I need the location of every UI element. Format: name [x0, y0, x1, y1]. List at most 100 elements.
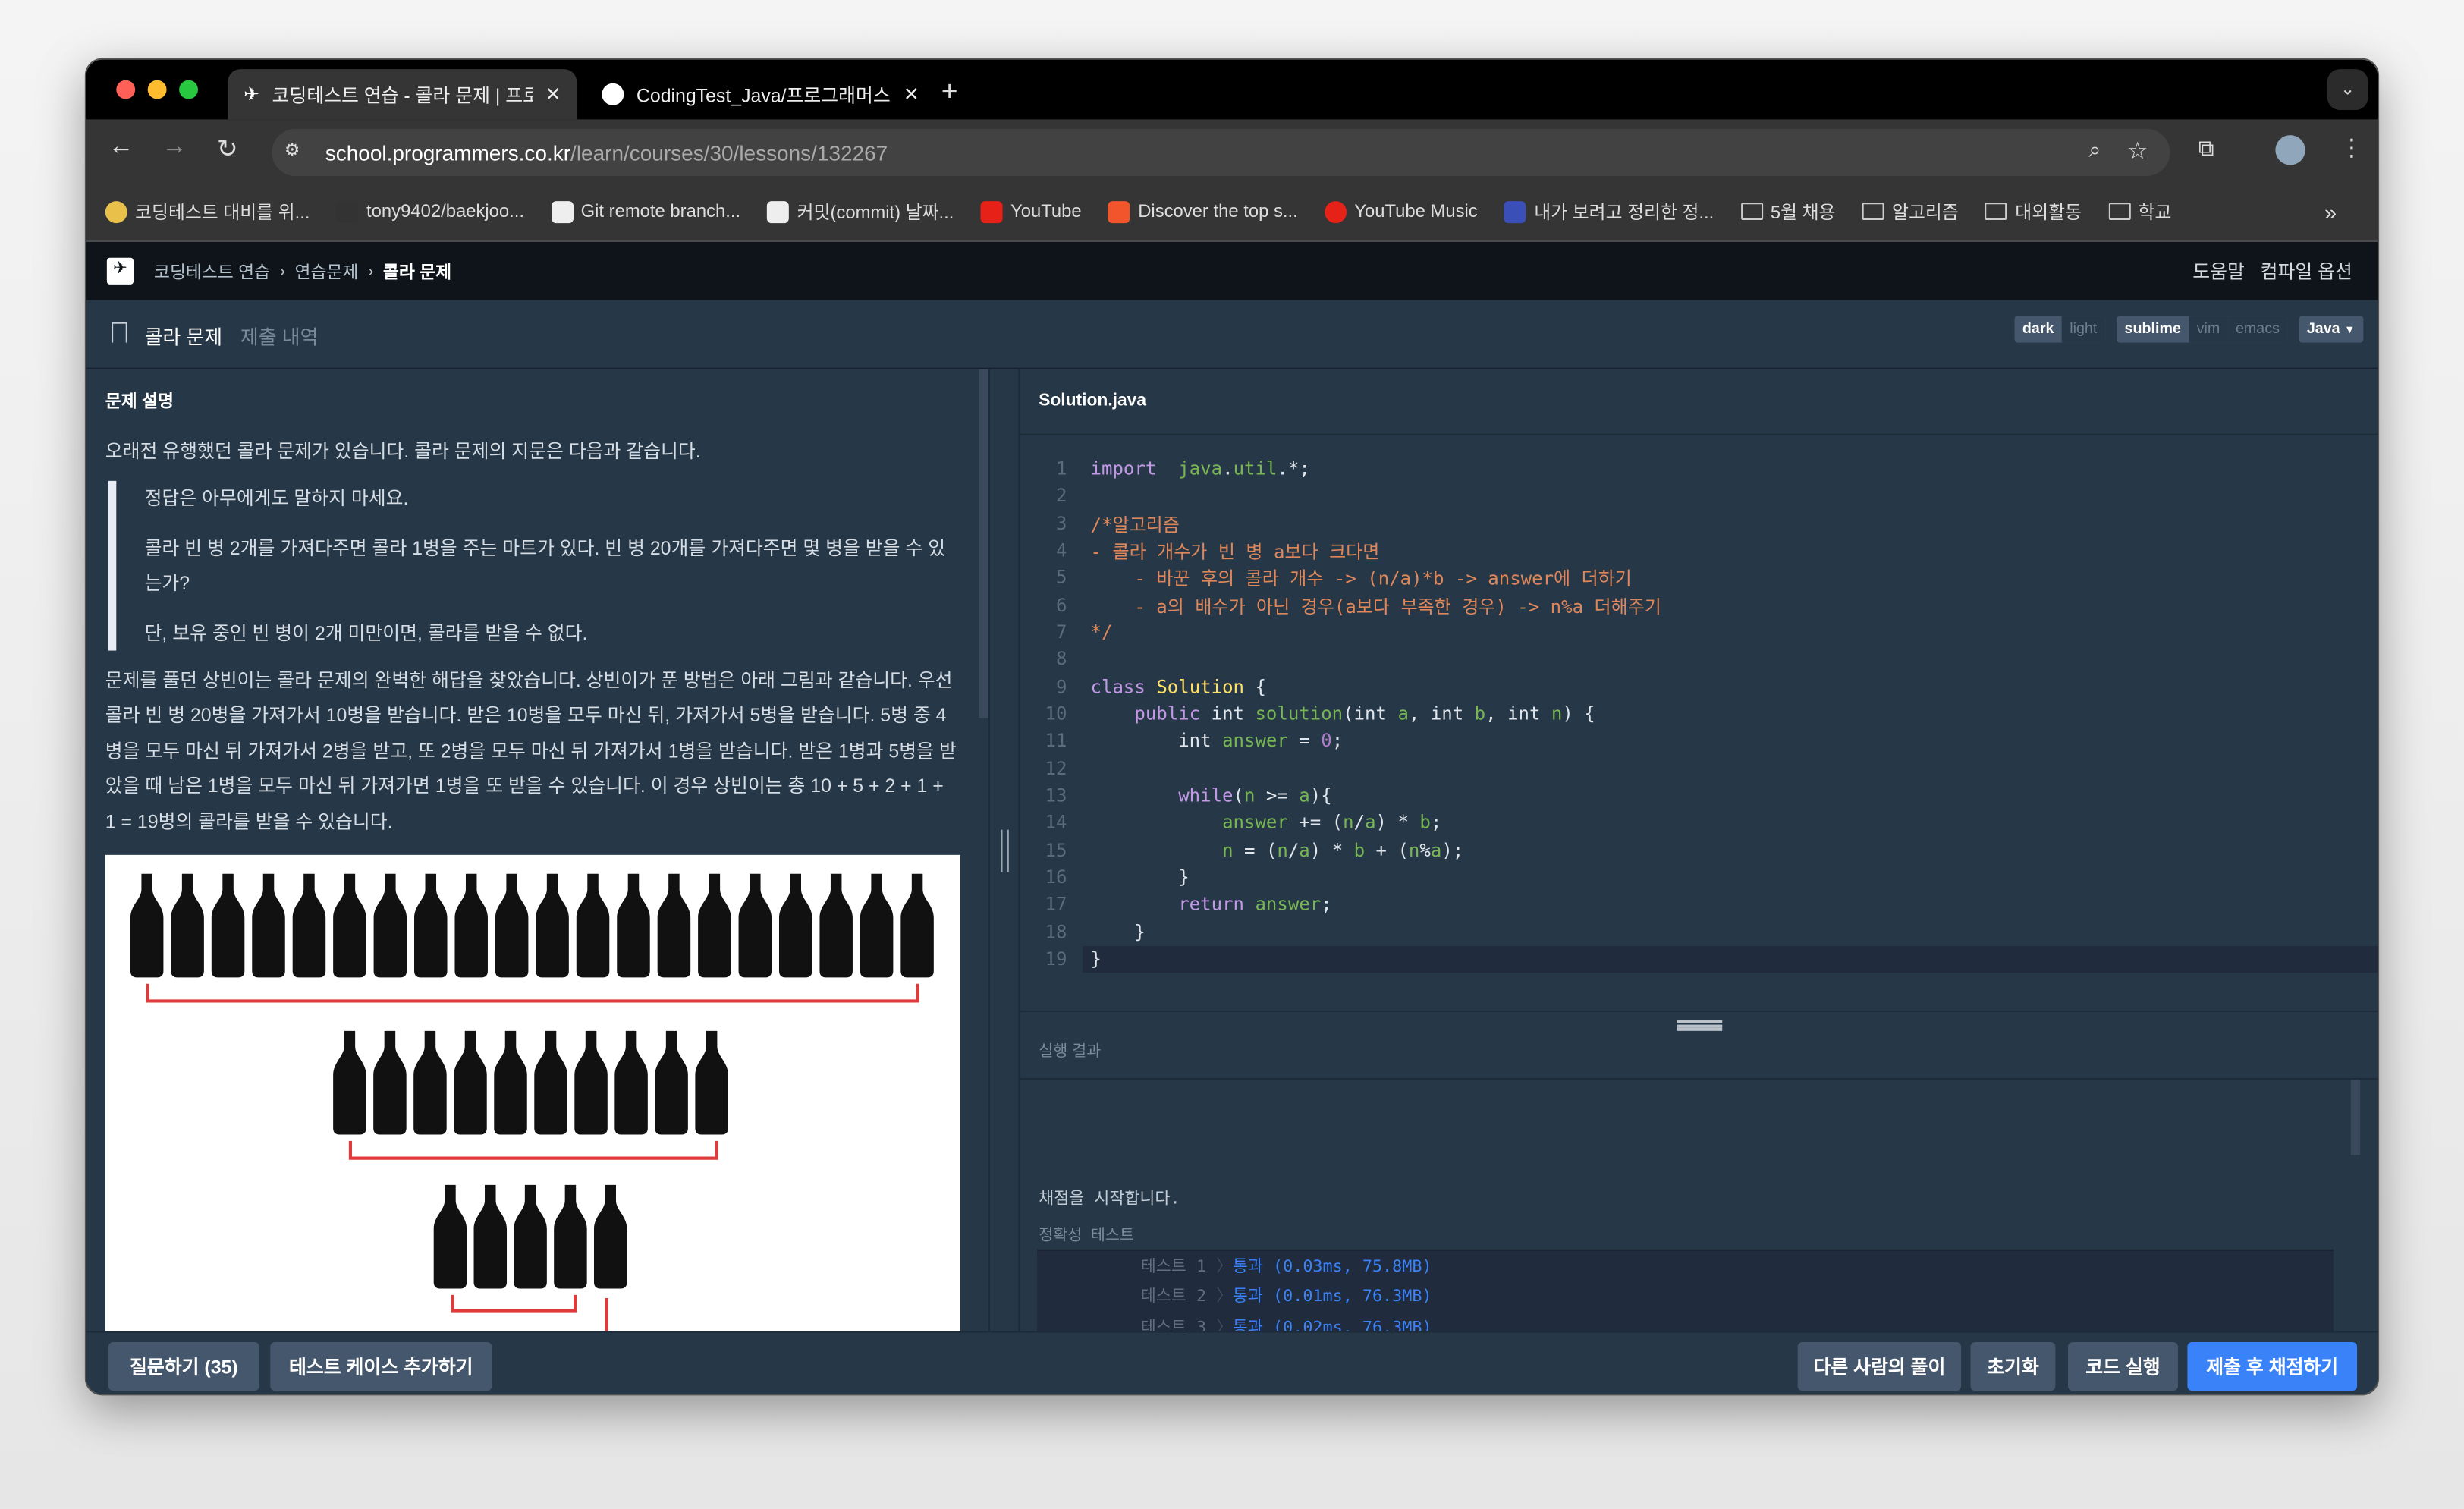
new-tab-button[interactable]: + — [941, 75, 958, 108]
run-code-button[interactable]: 코드 실행 — [2067, 1341, 2178, 1391]
code-line: } — [1090, 920, 1146, 943]
compile-options-link[interactable]: 컴파일 옵션 — [2261, 258, 2352, 285]
bookmark-item[interactable]: 대외활동 — [1985, 199, 2082, 224]
reload-icon[interactable]: ↻ — [217, 134, 238, 165]
splitter-handle-icon[interactable] — [1001, 829, 1009, 872]
bottle — [593, 1184, 627, 1289]
book-icon — [1504, 200, 1526, 223]
theme-light-option[interactable]: light — [2061, 316, 2105, 343]
submit-button[interactable]: 제출 후 채점하기 — [2187, 1341, 2358, 1391]
tab-search-chevron-icon[interactable]: ⌄ — [2327, 69, 2368, 110]
code-editor[interactable]: 1 import java.util.*; 2 3 /*알고리즘 4 - 콜라 개수가 빈 … — [1020, 435, 2378, 1011]
problem-scrollbar[interactable] — [979, 369, 988, 718]
back-icon[interactable]: ← — [108, 134, 134, 162]
bottle — [333, 1030, 366, 1135]
bottle — [900, 873, 934, 978]
other-solutions-button[interactable]: 다른 사람의 풀이 — [1797, 1341, 1962, 1391]
bookmark-item[interactable]: 코딩테스트 대비를 위... — [105, 199, 310, 224]
close-window-button[interactable] — [116, 80, 136, 99]
browser-window: ✈ 코딩테스트 연습 - 콜라 문제 | 프로 ✕ CodingTest_Jav… — [84, 58, 2380, 1396]
extensions-icon[interactable]: ⧉ — [2198, 135, 2214, 162]
bottle — [698, 873, 731, 978]
code-line: - a의 배수가 아닌 경우(a보다 부족한 경우) -> n%a 더해주기 — [1090, 595, 1661, 618]
test-result-row: 테스트 2 〉통과 (0.01ms, 76.3MB) — [1140, 1287, 1432, 1306]
programmers-logo-icon[interactable]: ✈ — [106, 257, 134, 285]
bookmark-item[interactable]: Git remote branch... — [551, 200, 740, 223]
menu-kebab-icon[interactable]: ⋮ — [2340, 134, 2363, 162]
bookmark-star-icon[interactable]: ☆ — [2127, 137, 2148, 165]
code-line: } — [1090, 866, 1190, 888]
add-testcase-button[interactable]: 테스트 케이스 추가하기 — [270, 1341, 492, 1391]
line-number: 4 — [1056, 539, 1067, 561]
code-line: return answer; — [1178, 893, 1332, 916]
zoom-icon[interactable]: ⌕ — [2088, 137, 2101, 163]
line-number: 11 — [1045, 729, 1067, 752]
footer-bar: 질문하기 (35) 테스트 케이스 추가하기 다른 사람의 풀이 초기화 코드 … — [86, 1331, 2378, 1394]
bookmark-item[interactable]: Discover the top s... — [1108, 200, 1298, 223]
more-bookmarks-icon[interactable]: » — [2324, 199, 2337, 224]
code-line: import java.util.*; — [1090, 457, 1310, 479]
language-select[interactable]: Java ▼ — [2299, 316, 2363, 343]
browser-tab[interactable]: CodingTest_Java/프로그래머스/ ✕ — [586, 69, 935, 119]
bottle — [534, 1030, 567, 1135]
keymap-emacs-option[interactable]: emacs — [2227, 316, 2288, 343]
line-number: 12 — [1045, 756, 1067, 779]
cola-bottles-illustration — [105, 854, 960, 1331]
bottle — [617, 873, 650, 978]
youtube-music-icon — [1324, 200, 1347, 223]
folder-icon — [1740, 203, 1763, 220]
profile-avatar[interactable] — [2275, 135, 2305, 165]
forward-icon[interactable]: → — [162, 134, 187, 162]
line-number: 13 — [1045, 784, 1067, 806]
bottle — [413, 1030, 447, 1135]
bottle — [171, 873, 204, 978]
panel-splitter[interactable] — [988, 369, 1020, 1331]
chevron-right-icon: 〉 — [1206, 1257, 1233, 1276]
site-settings-icon[interactable]: ⚙ — [284, 140, 300, 160]
bookmark-item[interactable]: 커밋(commit) 날짜... — [767, 199, 954, 224]
help-link[interactable]: 도움말 — [2192, 258, 2245, 285]
code-line: class Solution { — [1090, 674, 1266, 697]
close-tab-icon[interactable]: ✕ — [904, 83, 919, 105]
problem-panel: 문제 설명 오래전 유행했던 콜라 문제가 있습니다. 콜라 문제의 지문은 다… — [86, 369, 988, 1331]
theme-dark-option[interactable]: dark — [2015, 316, 2062, 342]
tab-submissions[interactable]: 제출 내역 — [240, 321, 319, 351]
bottle — [495, 873, 529, 978]
bookmark-item[interactable]: YouTube — [980, 200, 1082, 223]
programmers-favicon-icon: ✈ — [244, 83, 259, 105]
bookmark-item[interactable]: 5월 채용 — [1740, 199, 1835, 224]
address-bar[interactable]: ⚙ school.programmers.co.kr/learn/courses… — [272, 128, 2170, 176]
image-icon — [767, 200, 790, 223]
bookmark-item[interactable]: 알고리즘 — [1862, 199, 1959, 224]
bottle — [738, 873, 772, 978]
keymap-sublime-option[interactable]: sublime — [2117, 316, 2189, 342]
bookmark-item[interactable]: 학교 — [2108, 199, 2171, 224]
bottle — [576, 873, 610, 978]
breadcrumb-item[interactable]: 연습문제 — [295, 259, 359, 284]
browser-tab-active[interactable]: ✈ 코딩테스트 연습 - 콜라 문제 | 프로 ✕ — [228, 69, 577, 120]
resize-handle-icon[interactable] — [1677, 1020, 1723, 1031]
bookmark-item[interactable]: YouTube Music — [1324, 200, 1478, 223]
tab-problem[interactable]: 콜라 문제 — [144, 321, 223, 374]
minimize-window-button[interactable] — [147, 80, 167, 99]
maximize-window-button[interactable] — [179, 80, 198, 99]
result-scrollbar[interactable] — [2350, 1080, 2361, 1155]
bookmark-icon[interactable] — [112, 322, 127, 343]
line-number: 18 — [1045, 920, 1067, 943]
close-tab-icon[interactable]: ✕ — [545, 83, 561, 105]
code-line: - 바꾼 후의 콜라 개수 -> (n/a)*b -> answer에 더하기 — [1090, 567, 1632, 590]
ask-question-button[interactable]: 질문하기 (35) — [108, 1341, 259, 1391]
bottle — [454, 1030, 487, 1135]
keymap-vim-option[interactable]: vim — [2189, 316, 2228, 343]
bookmark-item[interactable]: tony9402/baekjoo... — [336, 200, 524, 223]
reset-button[interactable]: 초기화 — [1970, 1341, 2056, 1391]
line-number: 16 — [1045, 866, 1067, 888]
line-number: 3 — [1056, 511, 1067, 534]
browser-toolbar: ← → ↻ ⚙ school.programmers.co.kr/learn/c… — [86, 119, 2378, 183]
bottle — [211, 873, 245, 978]
test-result-row: 테스트 1 〉통과 (0.03ms, 75.8MB) — [1140, 1257, 1432, 1276]
code-line: /*알고리즘 — [1090, 513, 1180, 536]
code-line: while(n >= a){ — [1178, 784, 1332, 806]
bookmark-item[interactable]: 내가 보려고 정리한 정... — [1504, 199, 1714, 224]
breadcrumb-item[interactable]: 코딩테스트 연습 — [154, 259, 270, 284]
